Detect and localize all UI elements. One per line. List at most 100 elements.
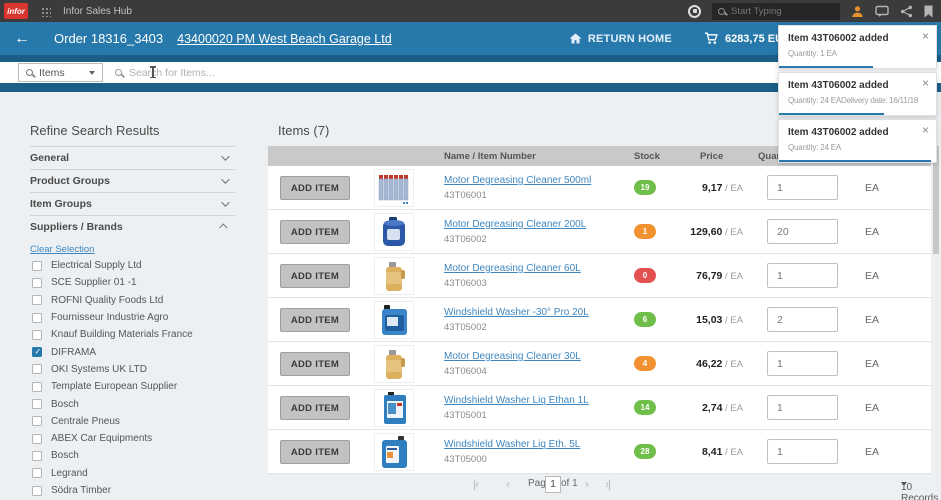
accordion-section-product-groups[interactable]: Product Groups [30,169,235,192]
checkbox[interactable] [32,468,42,478]
user-icon[interactable] [851,5,864,18]
checkbox[interactable] [32,278,42,288]
supplier-checkbox-row[interactable]: Fournisseur Industrie Agro [32,309,252,326]
scrollbar[interactable] [933,146,939,472]
product-image [374,433,414,471]
global-search[interactable] [712,3,840,20]
bookmark-icon[interactable] [924,5,933,18]
add-item-button[interactable]: ADD ITEM [280,440,350,464]
page-number-input[interactable] [545,476,561,493]
item-number: 43T05001 [444,410,589,421]
accordion-section-item-groups[interactable]: Item Groups [30,192,235,215]
supplier-checkbox-row[interactable]: Electrical Supply Ltd [32,257,252,274]
return-home-button[interactable]: RETURN HOME [569,33,672,45]
prev-page-button[interactable]: ‹ [506,478,509,490]
quantity-input[interactable] [767,263,838,288]
checkbox[interactable] [32,313,42,323]
item-search-input[interactable] [129,67,529,79]
add-item-button[interactable]: ADD ITEM [280,220,350,244]
chevron-down-icon [221,198,229,206]
supplier-checkbox-row[interactable]: Knauf Building Materials France [32,326,252,343]
item-name-link[interactable]: Windshield Washer Liq Eth. 5L [444,439,580,450]
add-item-button[interactable]: ADD ITEM [280,352,350,376]
chevron-down-icon [901,482,907,486]
item-name-link[interactable]: Motor Degreasing Cleaner 200L [444,219,586,230]
item-name-link[interactable]: Windshield Washer -30° Pro 20L [444,307,589,318]
quantity-input[interactable] [767,351,838,376]
supplier-checkbox-row[interactable]: DIFRAMA [32,343,252,360]
accordion-section-suppliers-brands[interactable]: Suppliers / Brands [30,215,235,238]
supplier-label: SCE Supplier 01 -1 [51,277,137,288]
stock-badge: 14 [634,400,656,415]
chat-icon[interactable] [875,5,889,18]
item-name-link[interactable]: Windshield Washer Liq Ethan 1L [444,395,589,406]
quantity-input[interactable] [767,439,838,464]
table-row: ADD ITEM Motor Degreasing Cleaner 30L 43… [268,342,931,386]
quantity-input[interactable] [767,175,838,200]
accordion-section-general[interactable]: General [30,146,235,169]
toast-progress-bar [779,113,884,115]
item-name-link[interactable]: Motor Degreasing Cleaner 30L [444,351,581,362]
close-icon[interactable]: × [922,124,929,136]
checkbox[interactable] [32,330,42,340]
unit-label: EA [865,270,879,282]
share-icon[interactable] [900,5,913,18]
supplier-label: Knauf Building Materials France [51,329,193,340]
supplier-checkbox-row[interactable]: ABEX Car Equipments [32,430,252,447]
item-name-link[interactable]: Motor Degreasing Cleaner 60L [444,263,581,274]
clear-selection-link[interactable]: Clear Selection [30,244,94,255]
item-number: 43T05002 [444,322,589,333]
app-launcher-icon[interactable] [40,6,51,17]
supplier-checkbox-row[interactable]: Legrand [32,465,252,482]
supplier-checkbox-row[interactable]: Bosch [32,447,252,464]
checkbox[interactable] [32,295,42,305]
back-arrow-icon[interactable]: ← [14,31,30,47]
search-scope-dropdown[interactable]: Items [18,63,103,82]
checkbox[interactable] [32,399,42,409]
stock-badge: 28 [634,444,656,459]
checkbox[interactable] [32,364,42,374]
item-price: 2,74 / EA [660,402,743,414]
toast-progress-bar [779,66,873,68]
add-item-button[interactable]: ADD ITEM [280,308,350,332]
refine-search-title: Refine Search Results [30,123,159,138]
checkbox[interactable] [32,382,42,392]
supplier-checkbox-row[interactable]: Template European Supplier [32,378,252,395]
item-name-link[interactable]: Motor Degreasing Cleaner 500ml [444,175,591,186]
product-image [374,389,414,427]
supplier-label: ABEX Car Equipments [51,433,152,444]
next-page-button[interactable]: › [585,478,588,490]
checkbox[interactable] [32,486,42,496]
close-icon[interactable]: × [922,77,929,89]
unit-label: EA [865,314,879,326]
global-search-input[interactable] [731,6,821,17]
supplier-label: Electrical Supply Ltd [51,260,142,271]
checkbox[interactable] [32,416,42,426]
add-item-button[interactable]: ADD ITEM [280,176,350,200]
add-item-button[interactable]: ADD ITEM [280,264,350,288]
first-page-button[interactable]: |‹ [473,478,478,490]
close-icon[interactable]: × [922,30,929,42]
supplier-checkbox-row[interactable]: Centrale Pneus [32,413,252,430]
quantity-input[interactable] [767,395,838,420]
supplier-checkbox-row[interactable]: OKI Systems UK LTD [32,361,252,378]
supplier-checkbox-row[interactable]: Bosch [32,395,252,412]
product-image [374,169,414,207]
add-item-button[interactable]: ADD ITEM [280,396,350,420]
supplier-checkbox-row[interactable]: Södra Timber [32,482,252,499]
checkbox[interactable] [32,451,42,461]
supplier-checkbox-row[interactable]: SCE Supplier 01 -1 [32,274,252,291]
checkbox[interactable] [32,434,42,444]
checkbox[interactable] [32,347,42,357]
customer-link[interactable]: 43400020 PM West Beach Garage Ltd [177,32,392,46]
table-row: ADD ITEM Windshield Washer -30° Pro 20L … [268,298,931,342]
checkbox[interactable] [32,261,42,271]
quantity-input[interactable] [767,307,838,332]
circle-square-icon[interactable] [688,5,701,18]
product-image [374,345,414,383]
toast-progress-bar [779,160,931,162]
quantity-input[interactable] [767,219,838,244]
last-page-button[interactable]: ›| [605,478,610,490]
supplier-checkbox-row[interactable]: ROFNI Quality Foods Ltd [32,292,252,309]
supplier-filter-list: Electrical Supply Ltd SCE Supplier 01 -1… [32,257,252,500]
